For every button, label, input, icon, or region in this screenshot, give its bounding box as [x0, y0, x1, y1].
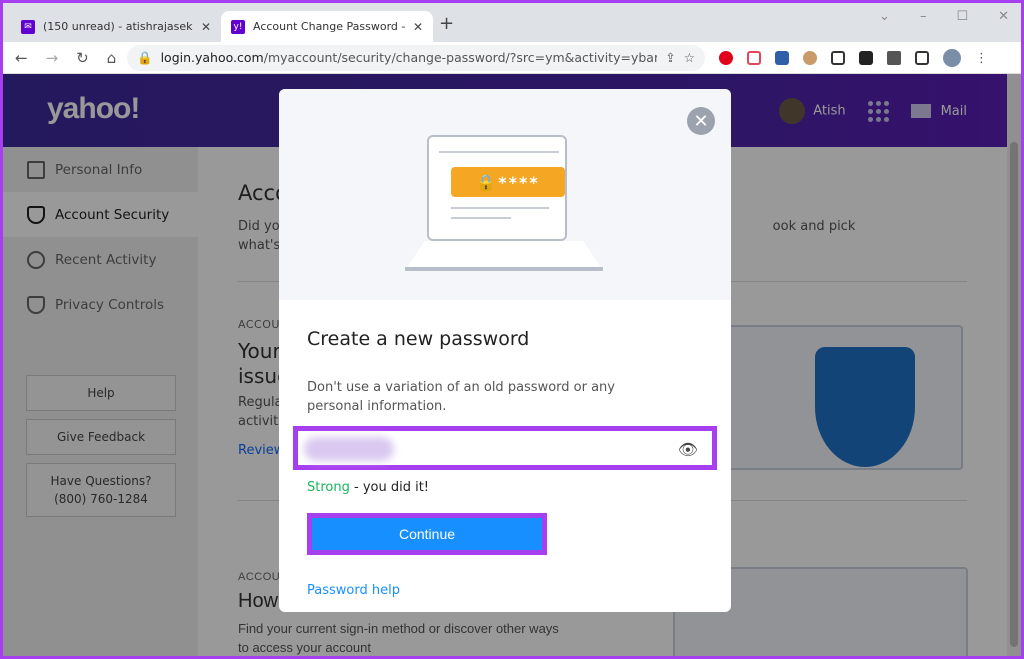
extension-hd-icon[interactable] — [859, 50, 873, 65]
dialog-description: Don't use a variation of an old password… — [307, 380, 615, 414]
forward-icon[interactable]: → — [46, 49, 59, 67]
menu-kebab-icon[interactable]: ⋮ — [975, 51, 988, 66]
url-input[interactable]: 🔒 login.yahoo.com/myaccount/security/chan… — [127, 44, 705, 71]
back-icon[interactable]: ← — [15, 49, 28, 67]
extensions: ⋮ — [719, 48, 988, 67]
browser-window: ✉(150 unread) - atishrajasekharan@✕ y!Ac… — [3, 3, 1021, 656]
laptop-illustration: 🔒 **** ✕ — [279, 89, 731, 300]
pocket-icon[interactable] — [747, 50, 761, 65]
address-bar-row: ← → ↻ ⌂ 🔒 login.yahoo.com/myaccount/security… — [3, 42, 1021, 74]
lock-icon: 🔒 — [137, 49, 153, 65]
new-tab-icon[interactable]: + — [439, 13, 454, 34]
dialog-title: Create a new password — [307, 328, 530, 350]
close-tab-icon[interactable]: ✕ — [413, 20, 423, 34]
blurred-password-value — [304, 437, 394, 461]
password-pill: 🔒 **** — [451, 167, 565, 197]
lock-icon: 🔒 — [476, 172, 499, 192]
extensions-puzzle-icon[interactable] — [887, 50, 901, 65]
new-password-input[interactable]: 👁 — [293, 426, 717, 470]
share-icon[interactable]: ⇪ — [665, 50, 675, 65]
tab-search-icon[interactable]: ⌄ — [879, 9, 890, 24]
close-tab-icon[interactable]: ✕ — [201, 20, 211, 34]
yahoo-favicon-icon: y! — [231, 19, 245, 34]
tab-bar: ✉(150 unread) - atishrajasekharan@✕ y!Ac… — [3, 3, 1021, 42]
close-icon[interactable]: ✕ — [687, 107, 715, 135]
tab-account-change-password[interactable]: y!Account Change Password - Security✕ — [221, 11, 433, 42]
opera-icon[interactable] — [719, 50, 733, 65]
continue-button[interactable]: Continue — [312, 518, 542, 550]
reload-icon[interactable]: ↻ — [76, 49, 89, 67]
bookmark-star-icon[interactable]: ☆ — [684, 50, 695, 65]
show-password-eye-icon[interactable]: 👁 — [678, 440, 698, 459]
close-window-icon[interactable]: ✕ — [998, 9, 1009, 24]
profile-avatar-icon[interactable] — [943, 48, 961, 67]
extension-face-icon[interactable] — [803, 50, 817, 65]
tab-mail[interactable]: ✉(150 unread) - atishrajasekharan@✕ — [11, 11, 221, 42]
password-strength: Strong - you did it! — [307, 480, 430, 495]
password-help-link[interactable]: Password help — [307, 583, 703, 598]
maximize-icon[interactable]: ☐ — [956, 9, 968, 24]
home-icon[interactable]: ⌂ — [107, 49, 117, 67]
window-controls: ⌄ – ☐ ✕ — [879, 9, 1009, 24]
extension-badge-icon[interactable] — [775, 50, 789, 65]
mail-favicon-icon: ✉ — [21, 19, 35, 34]
minimize-icon[interactable]: – — [920, 9, 927, 24]
sidepanel-icon[interactable] — [915, 50, 929, 65]
extension-send-icon[interactable] — [831, 50, 845, 65]
change-password-dialog: 🔒 **** ✕ Create a new password Don't use … — [279, 89, 731, 612]
